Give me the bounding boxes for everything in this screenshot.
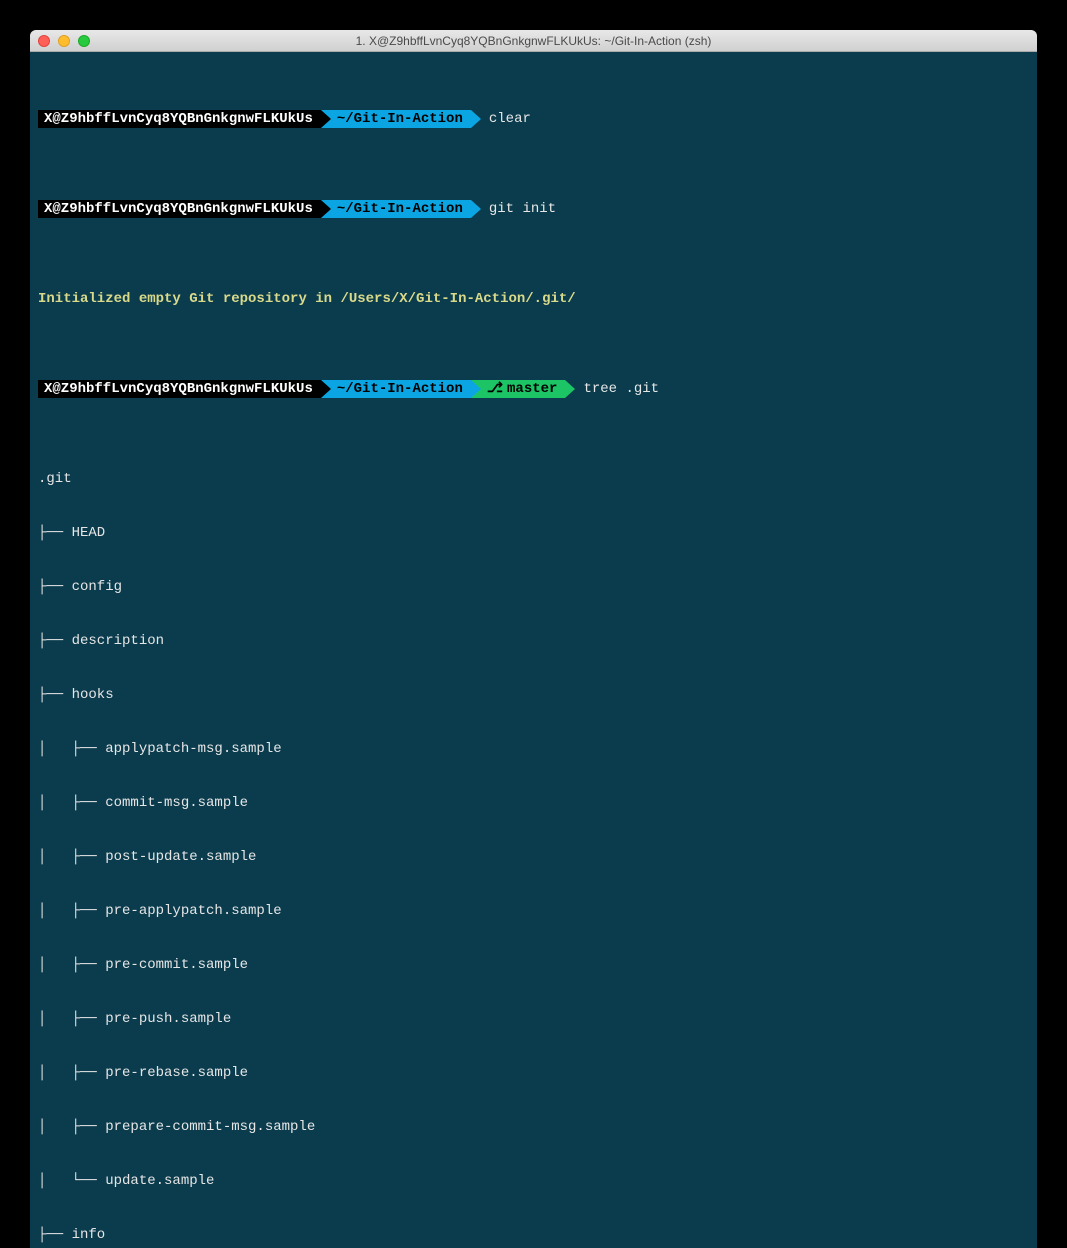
tree-line: │ ├── pre-push.sample [38, 1010, 1029, 1028]
arrow-icon [321, 110, 331, 128]
user-host-segment: X@Z9hbffLvnCyq8YQBnGnkgnwFLKUkUs [38, 380, 321, 398]
command-text: tree .git [575, 380, 659, 398]
user-host-segment: X@Z9hbffLvnCyq8YQBnGnkgnwFLKUkUs [38, 200, 321, 218]
command-text: git init [481, 200, 556, 218]
tree-line: ├── description [38, 632, 1029, 650]
maximize-icon[interactable] [78, 35, 90, 47]
terminal-window: 1. X@Z9hbffLvnCyq8YQBnGnkgnwFLKUkUs: ~/G… [30, 30, 1037, 1248]
command-text: clear [481, 110, 531, 128]
tree-line: │ ├── pre-commit.sample [38, 956, 1029, 974]
tree-line: │ ├── prepare-commit-msg.sample [38, 1118, 1029, 1136]
arrow-icon [471, 200, 481, 218]
branch-segment: ⎇master [481, 380, 566, 398]
arrow-icon [321, 380, 331, 398]
minimize-icon[interactable] [58, 35, 70, 47]
window-title: 1. X@Z9hbffLvnCyq8YQBnGnkgnwFLKUkUs: ~/G… [30, 34, 1037, 48]
tree-line: │ ├── commit-msg.sample [38, 794, 1029, 812]
arrow-icon [321, 200, 331, 218]
terminal-content[interactable]: X@Z9hbffLvnCyq8YQBnGnkgnwFLKUkUs ~/Git-In… [30, 52, 1037, 1248]
tree-line: │ └── update.sample [38, 1172, 1029, 1190]
tree-root: .git [38, 470, 1029, 488]
path-segment: ~/Git-In-Action [331, 200, 471, 218]
prompt-line-3: X@Z9hbffLvnCyq8YQBnGnkgnwFLKUkUs ~/Git-In… [38, 380, 1029, 398]
tree-line: │ ├── pre-applypatch.sample [38, 902, 1029, 920]
arrow-icon [471, 380, 481, 398]
arrow-icon [565, 380, 575, 398]
close-icon[interactable] [38, 35, 50, 47]
user-host-segment: X@Z9hbffLvnCyq8YQBnGnkgnwFLKUkUs [38, 110, 321, 128]
branch-name: master [507, 380, 557, 398]
titlebar: 1. X@Z9hbffLvnCyq8YQBnGnkgnwFLKUkUs: ~/G… [30, 30, 1037, 52]
prompt-line-1: X@Z9hbffLvnCyq8YQBnGnkgnwFLKUkUs ~/Git-In… [38, 110, 1029, 128]
tree-line: ├── info [38, 1226, 1029, 1244]
traffic-lights [38, 35, 90, 47]
tree-line: │ ├── pre-rebase.sample [38, 1064, 1029, 1082]
tree-line: │ ├── post-update.sample [38, 848, 1029, 866]
tree-line: ├── hooks [38, 686, 1029, 704]
tree-line: ├── HEAD [38, 524, 1029, 542]
output-line: Initialized empty Git repository in /Use… [38, 290, 1029, 308]
tree-line: ├── config [38, 578, 1029, 596]
path-segment: ~/Git-In-Action [331, 380, 471, 398]
prompt-line-2: X@Z9hbffLvnCyq8YQBnGnkgnwFLKUkUs ~/Git-In… [38, 200, 1029, 218]
branch-icon: ⎇ [487, 380, 503, 398]
arrow-icon [471, 110, 481, 128]
tree-line: │ ├── applypatch-msg.sample [38, 740, 1029, 758]
path-segment: ~/Git-In-Action [331, 110, 471, 128]
